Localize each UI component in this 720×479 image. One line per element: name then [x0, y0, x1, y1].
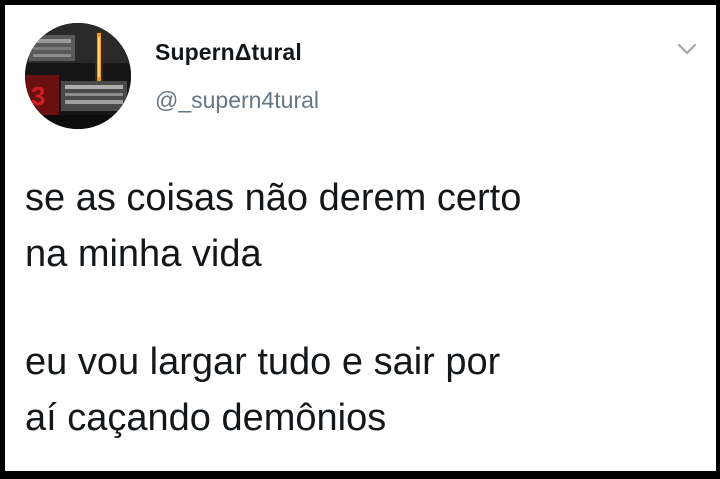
avatar[interactable]: 3: [25, 23, 131, 129]
tweet-text: se as coisas não derem certo na minha vi…: [25, 170, 705, 446]
tweet-text-line: aí caçando demônios: [25, 397, 387, 439]
paragraph-break: [25, 282, 705, 334]
tweet-text-line: eu vou largar tudo e sair por: [25, 341, 501, 383]
chevron-down-icon[interactable]: [676, 41, 698, 57]
user-handle[interactable]: @_supern4tural: [155, 87, 319, 114]
tweet-card: 3 SupernΔtural @_supern4tural se as cois…: [5, 5, 716, 471]
svg-text:3: 3: [31, 81, 45, 111]
tweet-text-line: se as coisas não derem certo: [25, 177, 522, 219]
avatar-image: 3: [25, 23, 131, 129]
display-name[interactable]: SupernΔtural: [155, 39, 302, 66]
tweet-text-line: na minha vida: [25, 233, 262, 275]
